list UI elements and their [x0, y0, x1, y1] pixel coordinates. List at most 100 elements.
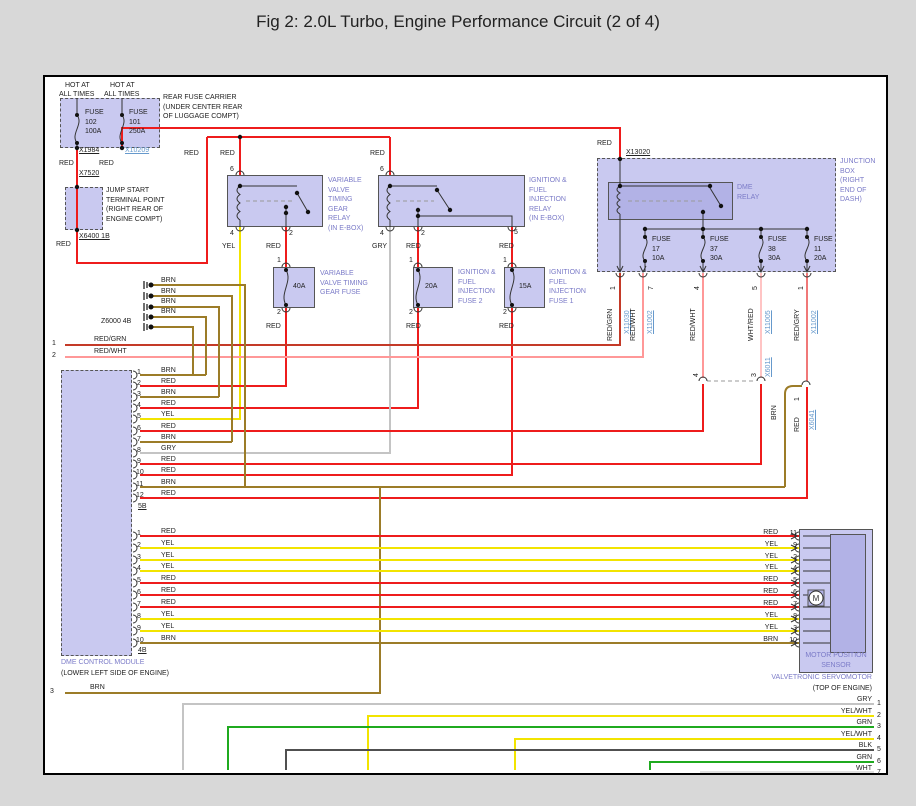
schematic-label: FUSE 37 30A — [710, 235, 729, 264]
schematic-label: SENSOR — [799, 661, 873, 671]
fuse-terminal — [416, 303, 420, 307]
schematic-label: RED — [161, 586, 176, 596]
ground-dot — [149, 283, 154, 288]
schematic-label: RED/WHT — [94, 347, 127, 357]
junction-dot — [448, 208, 452, 212]
connector-link[interactable]: X6041 — [808, 410, 818, 430]
schematic-label: 2 — [52, 351, 56, 361]
schematic-label: 5B — [138, 502, 147, 512]
schematic-label: 3 — [877, 722, 881, 732]
schematic-label: 11 — [781, 529, 797, 539]
schematic-label: 6 — [781, 588, 797, 598]
schematic-label: DME RELAY — [737, 183, 759, 202]
schematic-label: 11 — [136, 480, 143, 490]
connector-link[interactable]: X6011 — [764, 357, 774, 377]
schematic-label: 4 — [230, 229, 234, 239]
schematic-label: YEL/WHT — [772, 730, 872, 740]
relay-coil — [387, 186, 390, 220]
fuse-element — [510, 270, 514, 305]
junction-dot — [295, 191, 299, 195]
schematic-label: RED/GRY — [793, 309, 803, 341]
wiring-diagram: MHOT ATALL TIMESHOT ATALL TIMESREAR FUSE… — [0, 0, 916, 806]
schematic-label: YEL/WHT — [772, 707, 872, 717]
fuse-terminal — [284, 268, 288, 272]
schematic-label: YEL — [740, 540, 778, 550]
schematic-label: 1 — [609, 286, 619, 290]
schematic-label: RED/GRN — [606, 309, 616, 341]
schematic-label: YEL — [161, 610, 174, 620]
connector-link[interactable]: X10209 — [125, 146, 149, 156]
schematic-label: 2 — [289, 229, 293, 239]
schematic-label: BRN — [161, 478, 176, 488]
schematic-label: 20A — [425, 282, 437, 292]
schematic-label: 4 — [380, 229, 384, 239]
schematic-label: RED — [406, 242, 421, 252]
schematic-label: RED — [740, 575, 778, 585]
schematic-label: 8 — [137, 446, 141, 456]
schematic-label: FUSE 11 20A — [814, 235, 833, 264]
connector-link[interactable]: X11005 — [764, 310, 774, 334]
page: { "title": "Fig 2: 2.0L Turbo, Engine Pe… — [0, 0, 916, 806]
schematic-label: VALVETRONIC SERVOMOTOR — [742, 673, 872, 683]
schematic-label: RED — [184, 149, 199, 159]
schematic-label: YEL — [740, 563, 778, 573]
fuse-terminal — [701, 235, 705, 239]
schematic-label: 5 — [137, 412, 141, 422]
schematic-label: 1 — [797, 286, 807, 290]
junction-dot — [284, 205, 288, 209]
schematic-label: 9 — [137, 457, 141, 467]
fuse-terminal — [75, 141, 79, 145]
schematic-label: RED — [161, 574, 176, 584]
schematic-label: MOTOR POSITION — [799, 651, 873, 661]
junction-dot — [238, 184, 242, 188]
junction-dot — [388, 184, 392, 188]
schematic-label: ALL TIMES — [59, 90, 94, 100]
schematic-label: GRN — [772, 753, 872, 763]
schematic-label: RED — [161, 377, 176, 387]
schematic-label: FUSE 102 100A — [85, 108, 104, 137]
junction-dot — [618, 184, 622, 188]
schematic-label: 4 — [781, 564, 797, 574]
schematic-label: BRN — [161, 297, 176, 307]
schematic-label: 6 — [380, 165, 384, 175]
schematic-label: RED — [161, 598, 176, 608]
fuse-element — [805, 237, 809, 261]
junction-dot — [120, 146, 124, 150]
schematic-label: 1 — [277, 256, 281, 266]
junction-dot — [805, 227, 809, 231]
schematic-label: 7 — [137, 600, 141, 610]
schematic-label: 2 — [421, 229, 425, 239]
schematic-label: BRN — [161, 433, 176, 443]
schematic-label: 3 — [137, 553, 141, 563]
schematic-label: WHT/RED — [747, 308, 757, 341]
junction-dot — [708, 184, 712, 188]
connector-link[interactable]: X11002 — [810, 310, 820, 334]
connector-pin-icon — [802, 381, 810, 385]
schematic-label: FUSE 38 30A — [768, 235, 787, 264]
schematic-label: 5 — [514, 228, 518, 238]
schematic-label: YEL — [161, 410, 174, 420]
schematic-label: 8 — [781, 612, 797, 622]
brn-splice-curve — [785, 386, 802, 394]
fuse-terminal — [75, 113, 79, 117]
schematic-label: RED — [99, 159, 114, 169]
fuse-element — [759, 237, 763, 261]
wire-yel — [140, 227, 240, 419]
fuse-terminal — [510, 268, 514, 272]
wire-blk1 — [418, 216, 512, 227]
schematic-label: YEL — [222, 242, 235, 252]
schematic-label: RED — [161, 399, 176, 409]
schematic-label: RED — [499, 322, 514, 332]
schematic-label: (TOP OF ENGINE) — [742, 684, 872, 694]
wire-blk1 — [297, 193, 308, 212]
junction-dot — [701, 210, 705, 214]
connector-link[interactable]: X11002 — [646, 310, 656, 334]
schematic-label: RED — [740, 528, 778, 538]
schematic-label: 10 — [136, 468, 144, 478]
schematic-label: 7 — [647, 286, 657, 290]
schematic-label: 2 — [781, 553, 797, 563]
schematic-label: BRN — [161, 634, 176, 644]
schematic-label: RED — [59, 159, 74, 169]
schematic-label: 7 — [877, 768, 881, 778]
schematic-label: 10 — [136, 636, 144, 646]
